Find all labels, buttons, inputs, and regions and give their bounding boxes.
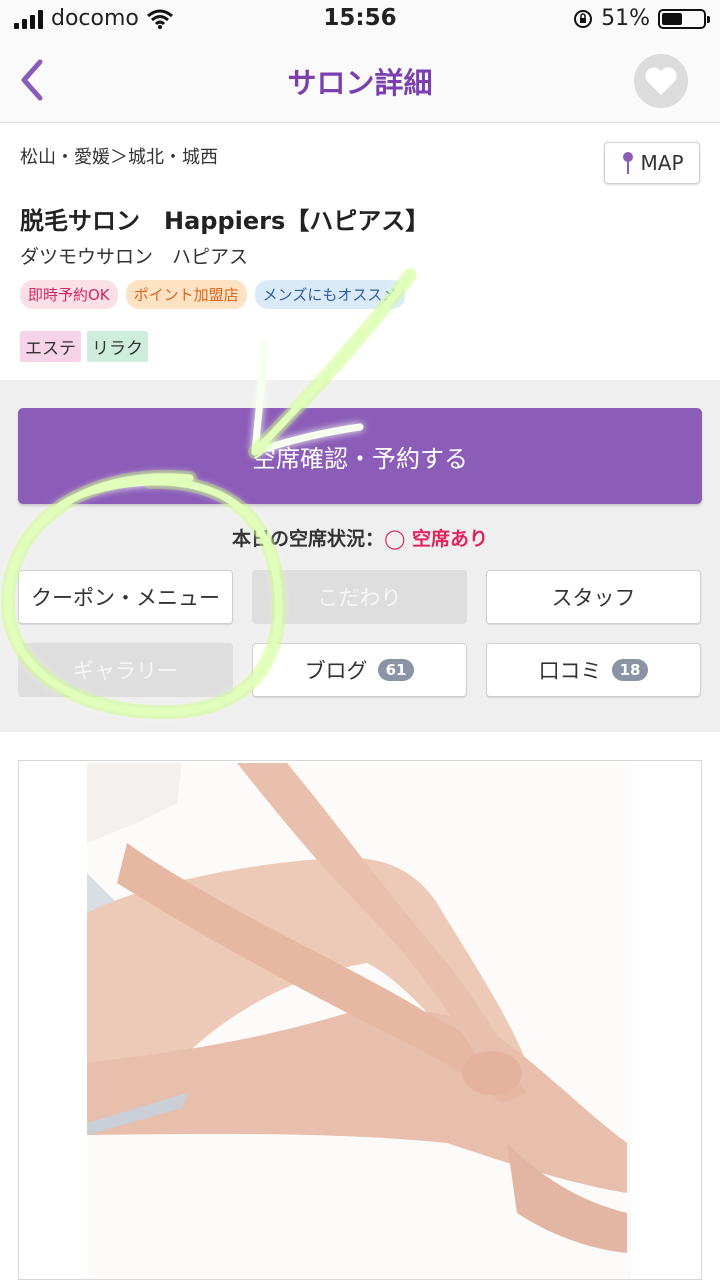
status-bar: docomo 15:56 51% (0, 0, 720, 40)
availability-label: 本日の空席状況： (232, 528, 385, 550)
favorite-button[interactable] (634, 54, 688, 108)
category-labels: エステ リラク (20, 331, 148, 362)
tag-instant-booking: 即時予約OK (20, 280, 118, 309)
battery-fill (662, 12, 683, 25)
gallery-label: ギャラリー (73, 659, 178, 683)
map-button[interactable]: MAP (604, 142, 700, 184)
map-pin-icon (622, 152, 633, 174)
coupon-menu-button[interactable]: クーポン・メニュー (18, 570, 233, 624)
coupon-menu-label: クーポン・メニュー (31, 586, 220, 610)
salon-photo-card[interactable] (18, 760, 702, 1280)
orientation-lock-icon (574, 9, 593, 28)
salon-info: 松山・愛媛＞城北・城西 MAP 脱毛サロン Happiers【ハピアス】 ダツモ… (0, 123, 720, 380)
tag-mens-recommended: メンズにもオススメ (254, 280, 406, 309)
staff-label: スタッフ (551, 586, 636, 610)
battery-area: 51% (573, 6, 710, 31)
salon-photo (87, 763, 631, 1279)
breadcrumb[interactable]: 松山・愛媛＞城北・城西 (20, 143, 218, 169)
category-relax: リラク (87, 331, 148, 362)
legs-illustration (87, 763, 631, 1279)
feature-tags: 即時予約OK ポイント加盟店 メンズにもオススメ (20, 280, 406, 309)
navigation-bar: サロン詳細 (0, 40, 720, 123)
action-section: 空席確認・予約する 本日の空席状況：◯ 空席あり クーポン・メニュー こだわり … (0, 380, 720, 732)
category-esthe: エステ (20, 331, 81, 362)
page-title: サロン詳細 (287, 66, 433, 100)
availability-status: 本日の空席状況：◯ 空席あり (0, 524, 720, 551)
staff-button[interactable]: スタッフ (486, 570, 701, 624)
review-count-badge: 18 (611, 659, 649, 681)
salon-kana: ダツモウサロン ハピアス (20, 246, 249, 268)
battery-percent: 51% (601, 6, 650, 31)
kodawari-label: こだわり (317, 586, 402, 610)
availability-value: ◯ 空席あり (384, 528, 488, 550)
tag-point-member: ポイント加盟店 (125, 280, 247, 309)
heart-icon (645, 67, 677, 95)
salon-name: 脱毛サロン Happiers【ハピアス】 (20, 207, 430, 235)
review-label: 口コミ (538, 659, 602, 683)
map-label: MAP (640, 151, 684, 175)
blog-count-badge: 61 (377, 659, 415, 681)
reserve-button[interactable]: 空席確認・予約する (18, 408, 702, 504)
battery-icon (658, 8, 710, 29)
blog-label: ブログ (304, 659, 368, 683)
gallery-button[interactable]: ギャラリー (18, 643, 233, 697)
kodawari-button[interactable]: こだわり (252, 570, 467, 624)
blog-button[interactable]: ブログ 61 (252, 643, 467, 697)
review-button[interactable]: 口コミ 18 (486, 643, 701, 697)
